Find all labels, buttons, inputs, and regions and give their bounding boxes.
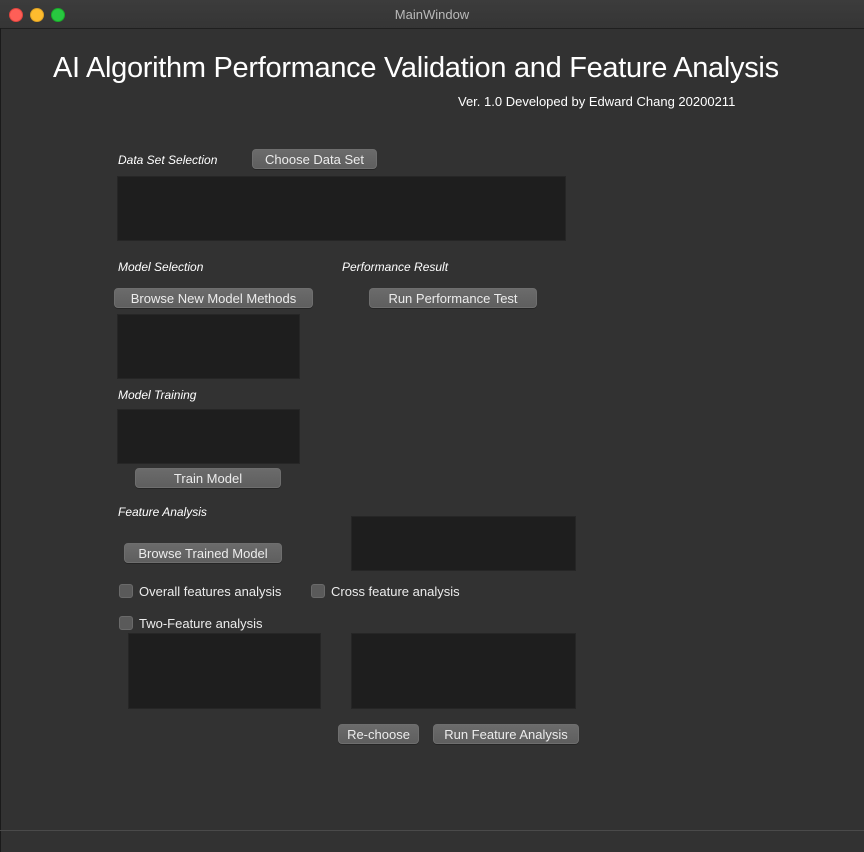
app-subtitle: Ver. 1.0 Developed by Edward Chang 20200… [458,94,736,109]
data-set-selection-label: Data Set Selection [118,153,218,167]
run-feature-analysis-button[interactable]: Run Feature Analysis [433,724,579,744]
status-bar [0,830,864,831]
cross-feature-analysis-checkbox[interactable]: Cross feature analysis [311,583,460,599]
browse-trained-model-button[interactable]: Browse Trained Model [124,543,282,563]
two-feature-analysis-label: Two-Feature analysis [139,615,263,631]
model-training-label: Model Training [118,388,197,402]
re-choose-button[interactable]: Re-choose [338,724,419,744]
two-feature-analysis-checkbox[interactable]: Two-Feature analysis [119,615,263,631]
checkbox-box[interactable] [119,616,133,630]
window-border [0,28,1,852]
run-performance-test-button[interactable]: Run Performance Test [369,288,537,308]
title-bar[interactable]: MainWindow [0,0,864,29]
app-title: AI Algorithm Performance Validation and … [53,52,779,84]
feature-analysis-label: Feature Analysis [118,505,207,519]
window-title: MainWindow [394,7,470,22]
feature-list-panel [128,633,321,709]
model-selection-panel [117,314,300,379]
checkbox-box[interactable] [311,584,325,598]
train-model-button[interactable]: Train Model [135,468,281,488]
feature-result-panel [351,633,576,709]
performance-result-label: Performance Result [342,260,449,274]
data-set-display-panel [117,176,566,241]
overall-features-analysis-label: Overall features analysis [139,583,282,599]
choose-data-set-button[interactable]: Choose Data Set [252,149,377,169]
checkbox-box[interactable] [119,584,133,598]
model-selection-label: Model Selection [118,260,204,274]
overall-features-analysis-checkbox[interactable]: Overall features analysis [119,583,281,599]
trained-model-panel [351,516,576,571]
main-window: MainWindow AI Algorithm Performance Vali… [0,0,864,852]
cross-feature-analysis-label: Cross feature analysis [331,583,460,599]
model-training-panel [117,409,300,464]
browse-new-model-methods-button[interactable]: Browse New Model Methods [114,288,313,308]
